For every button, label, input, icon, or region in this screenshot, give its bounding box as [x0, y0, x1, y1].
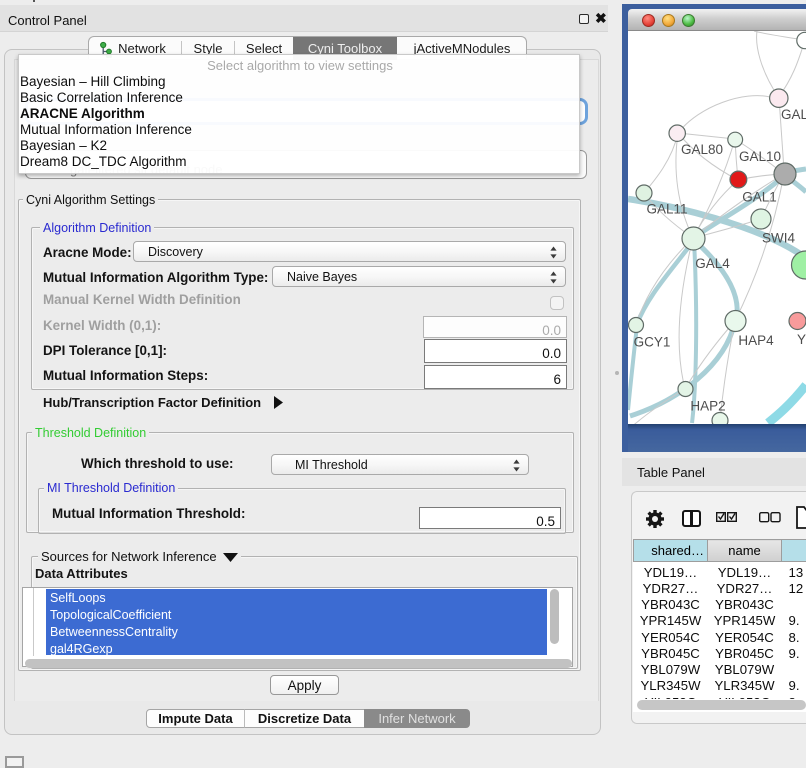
svg-text:GAL10: GAL10: [739, 149, 781, 164]
svg-text:GAL11: GAL11: [646, 202, 687, 217]
svg-text:YM: YM: [797, 332, 806, 347]
svg-text:GCY1: GCY1: [634, 335, 671, 350]
svg-text:HAP2: HAP2: [690, 398, 725, 413]
svg-text:GAL80: GAL80: [681, 142, 723, 157]
svg-text:GAL4: GAL4: [695, 256, 730, 271]
svg-text:GAL1: GAL1: [742, 190, 777, 205]
svg-text:SWI4: SWI4: [762, 231, 795, 246]
svg-text:HAP4: HAP4: [738, 333, 774, 348]
svg-text:GAL7: GAL7: [781, 107, 806, 122]
